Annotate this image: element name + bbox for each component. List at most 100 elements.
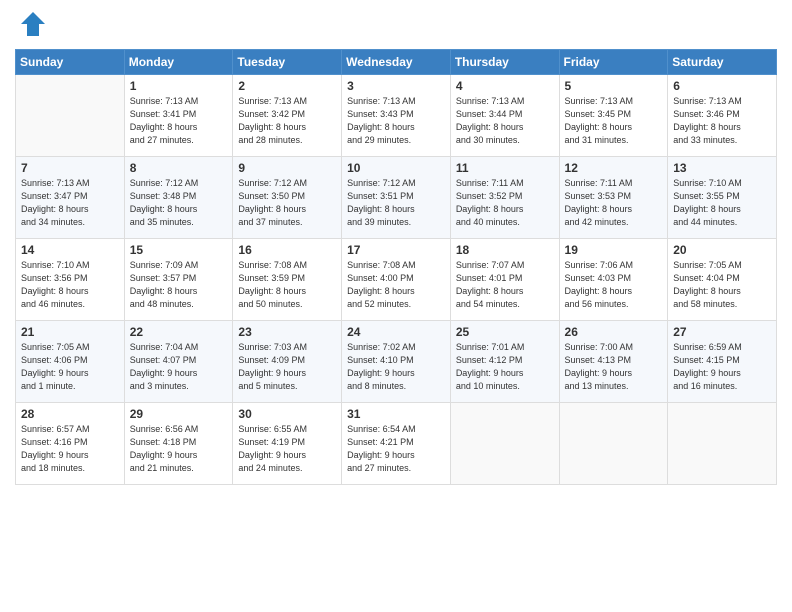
cell-content: Sunrise: 7:13 AM Sunset: 3:43 PM Dayligh… [347,95,445,147]
cell-content: Sunrise: 7:12 AM Sunset: 3:48 PM Dayligh… [130,177,228,229]
day-number: 15 [130,243,228,257]
day-number: 19 [565,243,663,257]
day-number: 18 [456,243,554,257]
day-number: 20 [673,243,771,257]
table-row: 23 Sunrise: 7:03 AM Sunset: 4:09 PM Dayli… [233,321,342,403]
table-row: 1 Sunrise: 7:13 AM Sunset: 3:41 PM Daylig… [124,75,233,157]
table-row: 18 Sunrise: 7:07 AM Sunset: 4:01 PM Dayli… [450,239,559,321]
table-row: 19 Sunrise: 7:06 AM Sunset: 4:03 PM Dayli… [559,239,668,321]
table-row: 10 Sunrise: 7:12 AM Sunset: 3:51 PM Dayli… [342,157,451,239]
day-number: 24 [347,325,445,339]
day-number: 25 [456,325,554,339]
table-row [668,403,777,485]
col-thursday: Thursday [450,50,559,75]
day-number: 7 [21,161,119,175]
day-number: 6 [673,79,771,93]
cell-content: Sunrise: 7:05 AM Sunset: 4:06 PM Dayligh… [21,341,119,393]
cell-content: Sunrise: 7:04 AM Sunset: 4:07 PM Dayligh… [130,341,228,393]
table-row: 12 Sunrise: 7:11 AM Sunset: 3:53 PM Dayli… [559,157,668,239]
day-number: 16 [238,243,336,257]
table-row: 14 Sunrise: 7:10 AM Sunset: 3:56 PM Dayli… [16,239,125,321]
table-row: 24 Sunrise: 7:02 AM Sunset: 4:10 PM Dayli… [342,321,451,403]
cell-content: Sunrise: 7:12 AM Sunset: 3:50 PM Dayligh… [238,177,336,229]
cell-content: Sunrise: 7:13 AM Sunset: 3:44 PM Dayligh… [456,95,554,147]
cell-content: Sunrise: 7:13 AM Sunset: 3:41 PM Dayligh… [130,95,228,147]
table-row [16,75,125,157]
logo [15,10,47,43]
cell-content: Sunrise: 7:08 AM Sunset: 3:59 PM Dayligh… [238,259,336,311]
cell-content: Sunrise: 7:10 AM Sunset: 3:55 PM Dayligh… [673,177,771,229]
table-row: 22 Sunrise: 7:04 AM Sunset: 4:07 PM Dayli… [124,321,233,403]
day-number: 31 [347,407,445,421]
table-row: 21Sunrise: 7:05 AM Sunset: 4:06 PM Dayli… [16,321,125,403]
table-row: 13 Sunrise: 7:10 AM Sunset: 3:55 PM Dayli… [668,157,777,239]
cell-content: Sunrise: 6:55 AM Sunset: 4:19 PM Dayligh… [238,423,336,475]
cell-content: Sunrise: 7:07 AM Sunset: 4:01 PM Dayligh… [456,259,554,311]
day-number: 13 [673,161,771,175]
table-row: 8 Sunrise: 7:12 AM Sunset: 3:48 PM Daylig… [124,157,233,239]
table-row: 11 Sunrise: 7:11 AM Sunset: 3:52 PM Dayli… [450,157,559,239]
table-row: 4 Sunrise: 7:13 AM Sunset: 3:44 PM Daylig… [450,75,559,157]
table-row: 5 Sunrise: 7:13 AM Sunset: 3:45 PM Daylig… [559,75,668,157]
table-row: 3 Sunrise: 7:13 AM Sunset: 3:43 PM Daylig… [342,75,451,157]
col-tuesday: Tuesday [233,50,342,75]
table-row: 17Sunrise: 7:08 AM Sunset: 4:00 PM Dayli… [342,239,451,321]
cell-content: Sunrise: 6:54 AM Sunset: 4:21 PM Dayligh… [347,423,445,475]
cell-content: Sunrise: 7:13 AM Sunset: 3:46 PM Dayligh… [673,95,771,147]
col-saturday: Saturday [668,50,777,75]
table-row [559,403,668,485]
cell-content: Sunrise: 7:03 AM Sunset: 4:09 PM Dayligh… [238,341,336,393]
table-row: 29 Sunrise: 6:56 AM Sunset: 4:18 PM Dayli… [124,403,233,485]
day-number: 29 [130,407,228,421]
col-friday: Friday [559,50,668,75]
day-number: 2 [238,79,336,93]
cell-content: Sunrise: 7:00 AM Sunset: 4:13 PM Dayligh… [565,341,663,393]
day-number: 8 [130,161,228,175]
table-row: 26 Sunrise: 7:00 AM Sunset: 4:13 PM Dayli… [559,321,668,403]
day-number: 28 [21,407,119,421]
cell-content: Sunrise: 6:56 AM Sunset: 4:18 PM Dayligh… [130,423,228,475]
day-number: 3 [347,79,445,93]
day-number: 26 [565,325,663,339]
cell-content: Sunrise: 7:13 AM Sunset: 3:45 PM Dayligh… [565,95,663,147]
cell-content: Sunrise: 7:02 AM Sunset: 4:10 PM Dayligh… [347,341,445,393]
col-wednesday: Wednesday [342,50,451,75]
header [15,10,777,43]
logo-icon [19,10,47,43]
cell-content: Sunrise: 7:05 AM Sunset: 4:04 PM Dayligh… [673,259,771,311]
table-row: 27 Sunrise: 6:59 AM Sunset: 4:15 PM Dayli… [668,321,777,403]
day-number: 4 [456,79,554,93]
day-number: 30 [238,407,336,421]
cell-content: Sunrise: 7:12 AM Sunset: 3:51 PM Dayligh… [347,177,445,229]
day-number: 12 [565,161,663,175]
day-number: 1 [130,79,228,93]
table-row: 25Sunrise: 7:01 AM Sunset: 4:12 PM Dayli… [450,321,559,403]
day-number: 9 [238,161,336,175]
table-row [450,403,559,485]
cell-content: Sunrise: 7:11 AM Sunset: 3:52 PM Dayligh… [456,177,554,229]
day-number: 27 [673,325,771,339]
day-number: 23 [238,325,336,339]
cell-content: Sunrise: 7:13 AM Sunset: 3:47 PM Dayligh… [21,177,119,229]
table-row: 30 Sunrise: 6:55 AM Sunset: 4:19 PM Dayli… [233,403,342,485]
day-number: 10 [347,161,445,175]
day-number: 17 [347,243,445,257]
cell-content: Sunrise: 7:11 AM Sunset: 3:53 PM Dayligh… [565,177,663,229]
table-row: 28 Sunrise: 6:57 AM Sunset: 4:16 PM Dayli… [16,403,125,485]
cell-content: Sunrise: 6:57 AM Sunset: 4:16 PM Dayligh… [21,423,119,475]
col-sunday: Sunday [16,50,125,75]
table-row: 9 Sunrise: 7:12 AM Sunset: 3:50 PM Daylig… [233,157,342,239]
cell-content: Sunrise: 6:59 AM Sunset: 4:15 PM Dayligh… [673,341,771,393]
table-row: 31 Sunrise: 6:54 AM Sunset: 4:21 PM Dayli… [342,403,451,485]
day-number: 14 [21,243,119,257]
day-number: 11 [456,161,554,175]
day-number: 5 [565,79,663,93]
cell-content: Sunrise: 7:10 AM Sunset: 3:56 PM Dayligh… [21,259,119,311]
cell-content: Sunrise: 7:09 AM Sunset: 3:57 PM Dayligh… [130,259,228,311]
col-monday: Monday [124,50,233,75]
cell-content: Sunrise: 7:06 AM Sunset: 4:03 PM Dayligh… [565,259,663,311]
calendar-table: Sunday Monday Tuesday Wednesday Thursday… [15,49,777,485]
table-row: 2Sunrise: 7:13 AM Sunset: 3:42 PM Daylig… [233,75,342,157]
day-number: 22 [130,325,228,339]
table-row: 16 Sunrise: 7:08 AM Sunset: 3:59 PM Dayli… [233,239,342,321]
